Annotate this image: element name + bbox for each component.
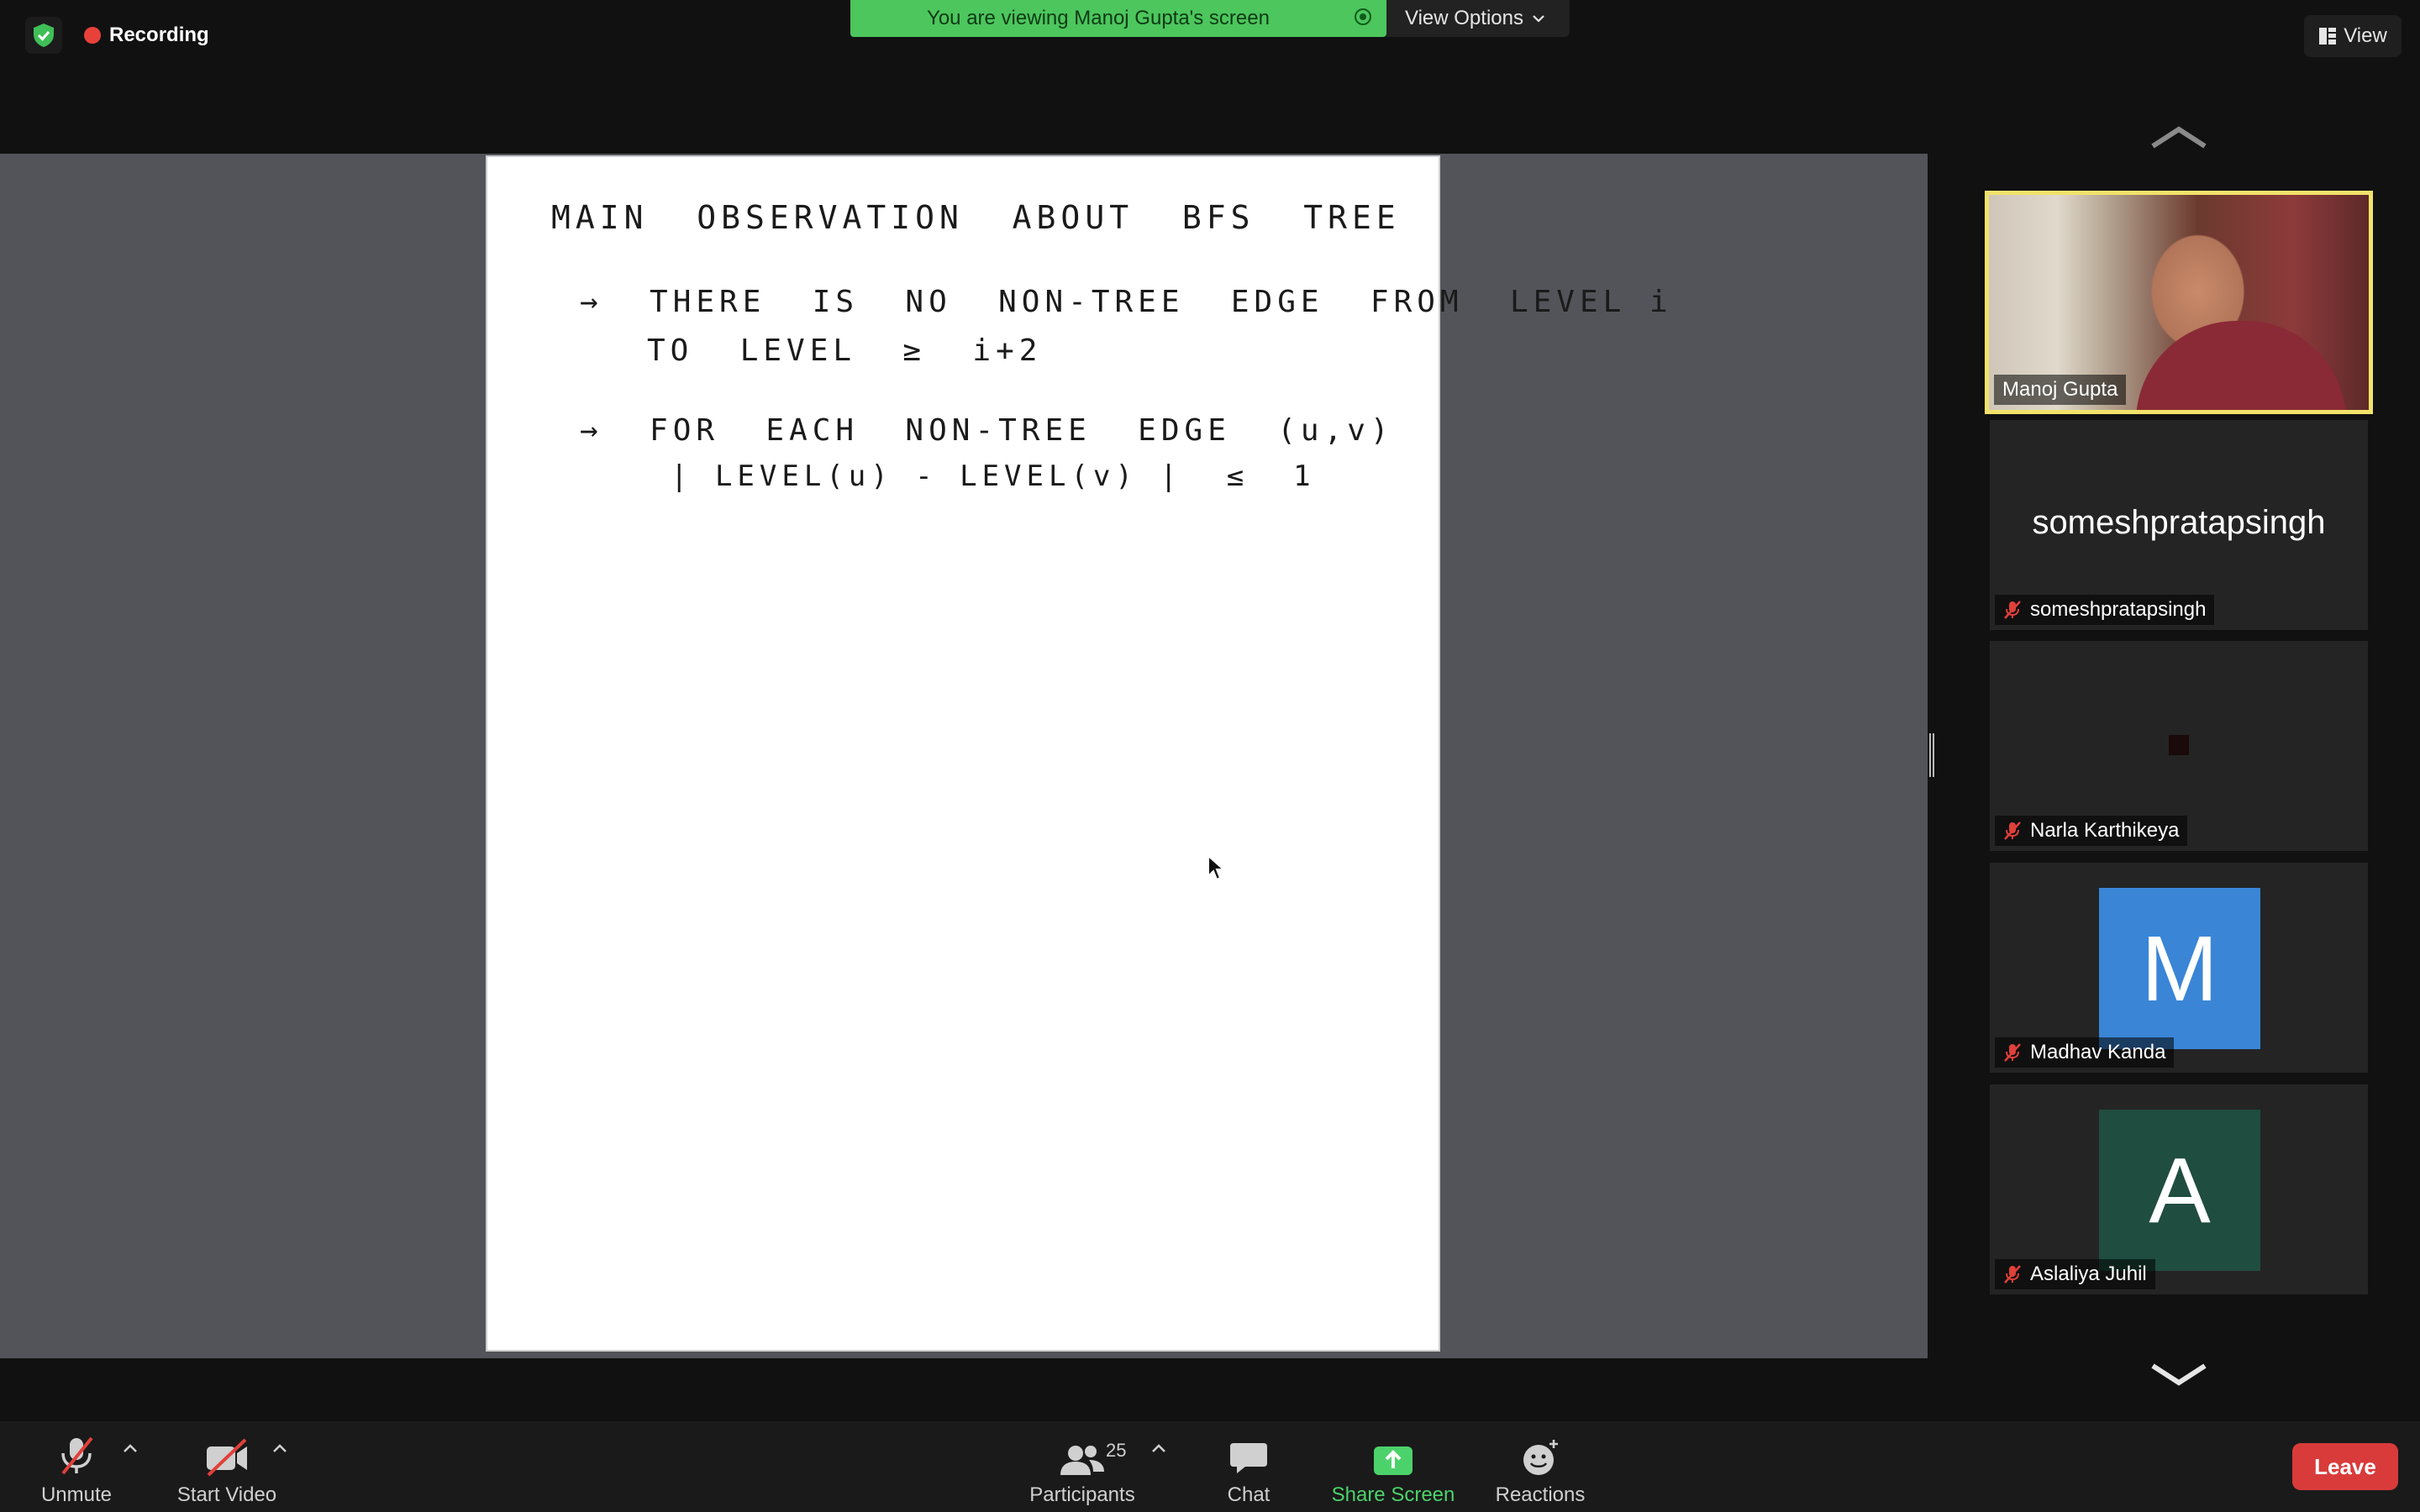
audio-options-chevron-up-icon[interactable]: [123, 1443, 138, 1453]
participant-name: Madhav Kanda: [2030, 1041, 2166, 1063]
top-bar: Recording You are viewing Manoj Gupta's …: [0, 0, 2420, 72]
view-button[interactable]: View: [2304, 15, 2402, 57]
participants-options-chevron-up-icon[interactable]: [1151, 1443, 1166, 1453]
shield-check-icon[interactable]: [25, 17, 62, 54]
participant-tile-narla-karthikeya[interactable]: Narla Karthikeya: [1990, 641, 2368, 851]
participant-tile-someshpratapsingh[interactable]: someshpratapsingh someshpratapsingh: [1990, 420, 2368, 630]
shared-screen-area: MAIN OBSERVATION ABOUT BFS TREE → THERE …: [0, 154, 1928, 1358]
mic-muted-icon: [2004, 1265, 2021, 1284]
recording-label: Recording: [109, 24, 209, 46]
avatar: A: [2099, 1110, 2260, 1271]
start-video-label: Start Video: [176, 1483, 277, 1506]
gallery-down-chevron-icon[interactable]: [2149, 1362, 2208, 1388]
share-screen-label: Share Screen: [1331, 1483, 1455, 1506]
screen-share-indicator-icon: [1355, 8, 1371, 25]
chevron-down-icon: [1533, 15, 1544, 23]
participant-name-tag: Narla Karthikeya: [1995, 816, 2188, 846]
whiteboard-page: MAIN OBSERVATION ABOUT BFS TREE → THERE …: [486, 155, 1668, 1352]
view-grid-icon: [2319, 28, 2337, 45]
participant-name: Narla Karthikeya: [2030, 819, 2180, 842]
view-options-label: View Options: [1405, 7, 1523, 29]
recording-dot-icon: [84, 27, 101, 44]
participant-name-tag: Manoj Gupta: [1994, 375, 2127, 405]
participant-name-tag: someshpratapsingh: [1995, 595, 2215, 625]
participant-name: Manoj Gupta: [2002, 378, 2118, 401]
note-line-3: → FOR EACH NON-TREE EDGE (u,v): [580, 413, 1394, 448]
participant-name-tag: Aslaliya Juhil: [1995, 1259, 2155, 1289]
mic-muted-icon: [61, 1436, 93, 1475]
unmute-label: Unmute: [40, 1483, 113, 1506]
reactions-label: Reactions: [1495, 1483, 1586, 1506]
resize-handle[interactable]: [1929, 733, 1934, 777]
participant-video-placeholder: [2169, 735, 2189, 755]
recording-indicator[interactable]: Recording: [84, 18, 209, 52]
viewing-banner-text: You are viewing Manoj Gupta's screen: [927, 7, 1270, 29]
participant-name: Aslaliya Juhil: [2030, 1263, 2147, 1285]
leave-button[interactable]: Leave: [2292, 1443, 2398, 1490]
mic-muted-icon: [2004, 1043, 2021, 1062]
unmute-button[interactable]: Unmute: [34, 1433, 119, 1507]
participant-tile-manoj-gupta[interactable]: Manoj Gupta: [1985, 191, 2373, 414]
chat-button[interactable]: Chat: [1207, 1433, 1291, 1507]
reactions-icon: [1523, 1440, 1558, 1475]
share-screen-button[interactable]: Share Screen: [1324, 1433, 1462, 1507]
mic-muted-icon: [2004, 822, 2021, 840]
mic-muted-icon: [2004, 601, 2021, 619]
participant-tile-aslaliya-juhil[interactable]: A Aslaliya Juhil: [1990, 1084, 2368, 1294]
start-video-button[interactable]: Start Video: [168, 1433, 286, 1507]
meeting-toolbar: Unmute Start Video Participants 25 Chat …: [0, 1421, 2420, 1512]
video-options-chevron-up-icon[interactable]: [272, 1443, 287, 1453]
view-options-button[interactable]: View Options: [1386, 0, 1570, 37]
chat-label: Chat: [1227, 1483, 1270, 1506]
avatar: M: [2099, 888, 2260, 1049]
participants-icon: [1060, 1446, 1104, 1475]
participant-name-tag: Madhav Kanda: [1995, 1037, 2175, 1068]
viewing-banner: You are viewing Manoj Gupta's screen: [850, 0, 1386, 37]
mouse-pointer-icon: [1207, 854, 1226, 881]
note-line-1: → THERE IS NO NON-TREE EDGE FROM LEVEL i: [580, 285, 1673, 319]
participant-tile-madhav-kanda[interactable]: M Madhav Kanda: [1990, 863, 2368, 1073]
video-off-icon: [207, 1438, 247, 1477]
participants-label: Participants: [1029, 1483, 1135, 1506]
reactions-button[interactable]: Reactions: [1491, 1433, 1590, 1507]
note-title: MAIN OBSERVATION ABOUT BFS TREE: [551, 199, 1401, 236]
note-line-4: | LEVEL(u) - LEVEL(v) | ≤ 1: [671, 459, 1316, 493]
participant-name: someshpratapsingh: [2030, 598, 2207, 621]
participant-display-name: someshpratapsingh: [2032, 504, 2326, 541]
view-button-label: View: [2344, 24, 2387, 47]
chat-icon: [1230, 1443, 1267, 1473]
participants-count: 25: [1106, 1440, 1127, 1461]
note-line-2: TO LEVEL ≥ i+2: [647, 333, 1043, 368]
gallery-up-chevron-icon[interactable]: [2149, 124, 2208, 150]
share-screen-icon: [1374, 1446, 1413, 1475]
